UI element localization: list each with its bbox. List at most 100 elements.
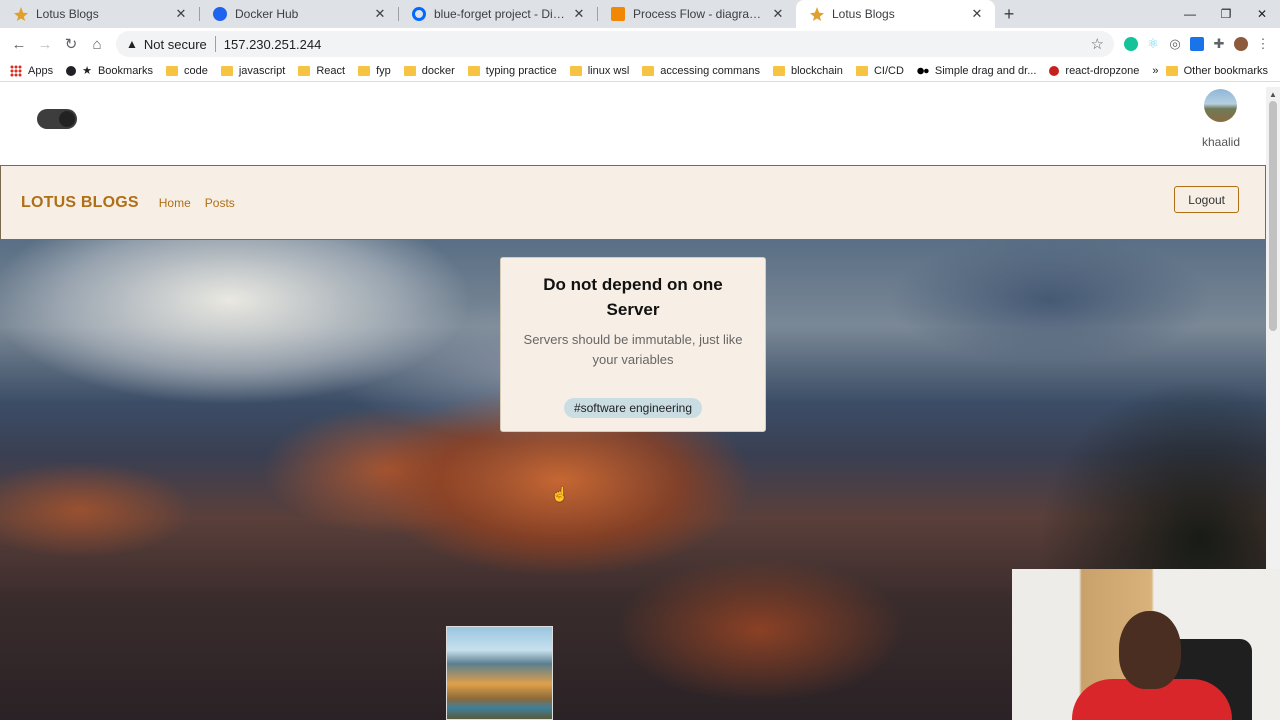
bookmark-label: blockchain [790, 64, 843, 77]
tab-title: Process Flow - diagrams.net [633, 7, 770, 21]
window-controls: — ❐ ✕ [1172, 0, 1280, 28]
brand-logo[interactable]: LOTUS BLOGS [21, 194, 139, 212]
nav-link-posts[interactable]: Posts [205, 196, 235, 210]
tab-title: Lotus Blogs [36, 7, 99, 21]
bookmark-folder[interactable]: CI/CD [855, 64, 904, 77]
tab-strip: Lotus Blogs ✕ Docker Hub ✕ blue-forget p… [0, 0, 1280, 28]
close-tab-icon[interactable]: ✕ [173, 6, 189, 22]
apps-grid-icon [10, 64, 22, 77]
bookmark-link[interactable]: Simple drag and dr... [916, 65, 1036, 77]
folder-icon [569, 65, 582, 76]
extension-book-icon[interactable] [1186, 33, 1208, 55]
lotus-favicon-icon [14, 7, 28, 21]
close-window-icon[interactable]: ✕ [1244, 0, 1280, 28]
bookmark-label: Other bookmarks [1183, 65, 1268, 77]
minimize-icon[interactable]: — [1172, 0, 1208, 28]
browser-tab[interactable]: Lotus Blogs ✕ [0, 0, 199, 28]
tab-title: Lotus Blogs [832, 7, 895, 21]
theme-toggle-switch[interactable] [37, 109, 77, 129]
bookmarks-overflow-button[interactable]: » [1152, 65, 1158, 77]
folder-icon [772, 65, 785, 76]
folder-icon [220, 65, 233, 76]
divider [214, 36, 216, 52]
forward-icon[interactable]: → [32, 31, 58, 57]
folder-icon [642, 65, 655, 76]
url-text[interactable]: 157.230.251.244 [224, 37, 322, 52]
user-avatar[interactable] [1204, 89, 1237, 122]
bookmark-folder[interactable]: accessing commans [642, 65, 760, 77]
bookmark-folder[interactable]: fyp [358, 65, 391, 77]
bookmark-folder[interactable]: blockchain [772, 64, 843, 77]
bookmark-apps[interactable]: Apps [10, 64, 54, 77]
browser-tab-active[interactable]: Lotus Blogs ✕ [796, 0, 995, 28]
reload-icon[interactable]: ↻ [58, 31, 84, 57]
scroll-up-arrow-icon[interactable]: ▲ [1269, 90, 1277, 99]
browser-tab[interactable]: Docker Hub ✕ [199, 0, 398, 28]
hand-cursor-icon: ☝ [551, 486, 569, 502]
bookmark-bookmarks[interactable]: ★ Bookmarks [66, 64, 153, 77]
extensions-puzzle-icon[interactable]: ✚ [1208, 33, 1230, 55]
logout-button[interactable]: Logout [1174, 186, 1239, 213]
back-icon[interactable]: ← [6, 31, 32, 57]
bookmark-label: docker [421, 64, 455, 77]
post-thumbnail-image[interactable] [446, 626, 553, 720]
bookmark-folder[interactable]: linux wsl [569, 64, 630, 77]
bookmarks-bar: Apps ★ Bookmarks code javascript React fy… [0, 60, 1280, 82]
address-bar[interactable]: ▲ Not secure 157.230.251.244 ☆ [116, 31, 1114, 57]
bookmark-folder[interactable]: typing practice [467, 65, 557, 77]
security-status[interactable]: Not secure [144, 37, 207, 52]
bookmark-label: CI/CD [873, 64, 904, 77]
folder-icon [165, 65, 178, 76]
bookmark-star-icon[interactable]: ☆ [1091, 35, 1104, 53]
bookmark-label: React [316, 64, 346, 77]
close-tab-icon[interactable]: ✕ [969, 6, 985, 22]
globe-icon [66, 65, 77, 76]
bookmark-folder[interactable]: docker [403, 64, 455, 77]
medium-icon [916, 65, 929, 76]
post-card[interactable]: Do not depend on one Server Servers shou… [500, 257, 766, 432]
webcam-person-head [1119, 611, 1181, 689]
close-tab-icon[interactable]: ✕ [770, 6, 786, 22]
scrollbar-thumb[interactable] [1269, 101, 1277, 331]
warning-icon: ▲ [126, 37, 138, 51]
other-bookmarks[interactable]: Other bookmarks [1165, 60, 1268, 81]
bookmark-label: Bookmarks [97, 64, 153, 77]
folder-icon [298, 65, 311, 76]
post-description: Servers should be immutable, just like y… [523, 332, 743, 367]
bookmark-label: linux wsl [587, 64, 630, 77]
tab-title: Docker Hub [235, 7, 299, 21]
folder-icon [467, 65, 480, 76]
docker-favicon-icon [213, 7, 227, 21]
maximize-icon[interactable]: ❐ [1208, 0, 1244, 28]
bookmark-label: code [183, 64, 208, 77]
post-title[interactable]: Do not depend on one Server [517, 272, 749, 322]
bookmark-label: javascript [238, 64, 286, 77]
close-tab-icon[interactable]: ✕ [372, 6, 388, 22]
home-icon[interactable]: ⌂ [84, 31, 110, 57]
react-devtools-icon[interactable]: ⚛ [1142, 33, 1164, 55]
bookmark-folder[interactable]: code [165, 64, 208, 77]
nav-link-home[interactable]: Home [159, 196, 191, 210]
browser-tab[interactable]: blue-forget project - DigitalOce ✕ [398, 0, 597, 28]
profile-avatar-icon[interactable] [1230, 33, 1252, 55]
close-tab-icon[interactable]: ✕ [571, 6, 587, 22]
bookmark-label: Apps [28, 64, 54, 77]
bookmark-folder[interactable]: React [298, 65, 345, 77]
site-navbar: LOTUS BLOGS Home Posts Logout [0, 165, 1266, 240]
menu-kebab-icon[interactable]: ⋮ [1252, 33, 1274, 55]
extension-target-icon[interactable]: ◎ [1164, 33, 1186, 55]
bookmark-link[interactable]: react-dropzone [1049, 65, 1139, 77]
grammarly-extension-icon[interactable] [1120, 33, 1142, 55]
bookmark-folder[interactable]: javascript [220, 64, 286, 77]
folder-icon [358, 65, 371, 76]
folder-icon [1165, 66, 1178, 76]
bookmark-label: react-dropzone [1065, 64, 1140, 77]
bookmark-label: fyp [376, 64, 391, 77]
folder-icon [855, 65, 868, 76]
username-label: khaalid [1201, 135, 1241, 149]
lotus-favicon-icon [810, 7, 824, 21]
new-tab-button[interactable]: + [995, 0, 1023, 28]
browser-tab[interactable]: Process Flow - diagrams.net ✕ [597, 0, 796, 28]
post-tag-badge[interactable]: #software engineering [563, 398, 703, 418]
digitalocean-favicon-icon [412, 7, 426, 21]
